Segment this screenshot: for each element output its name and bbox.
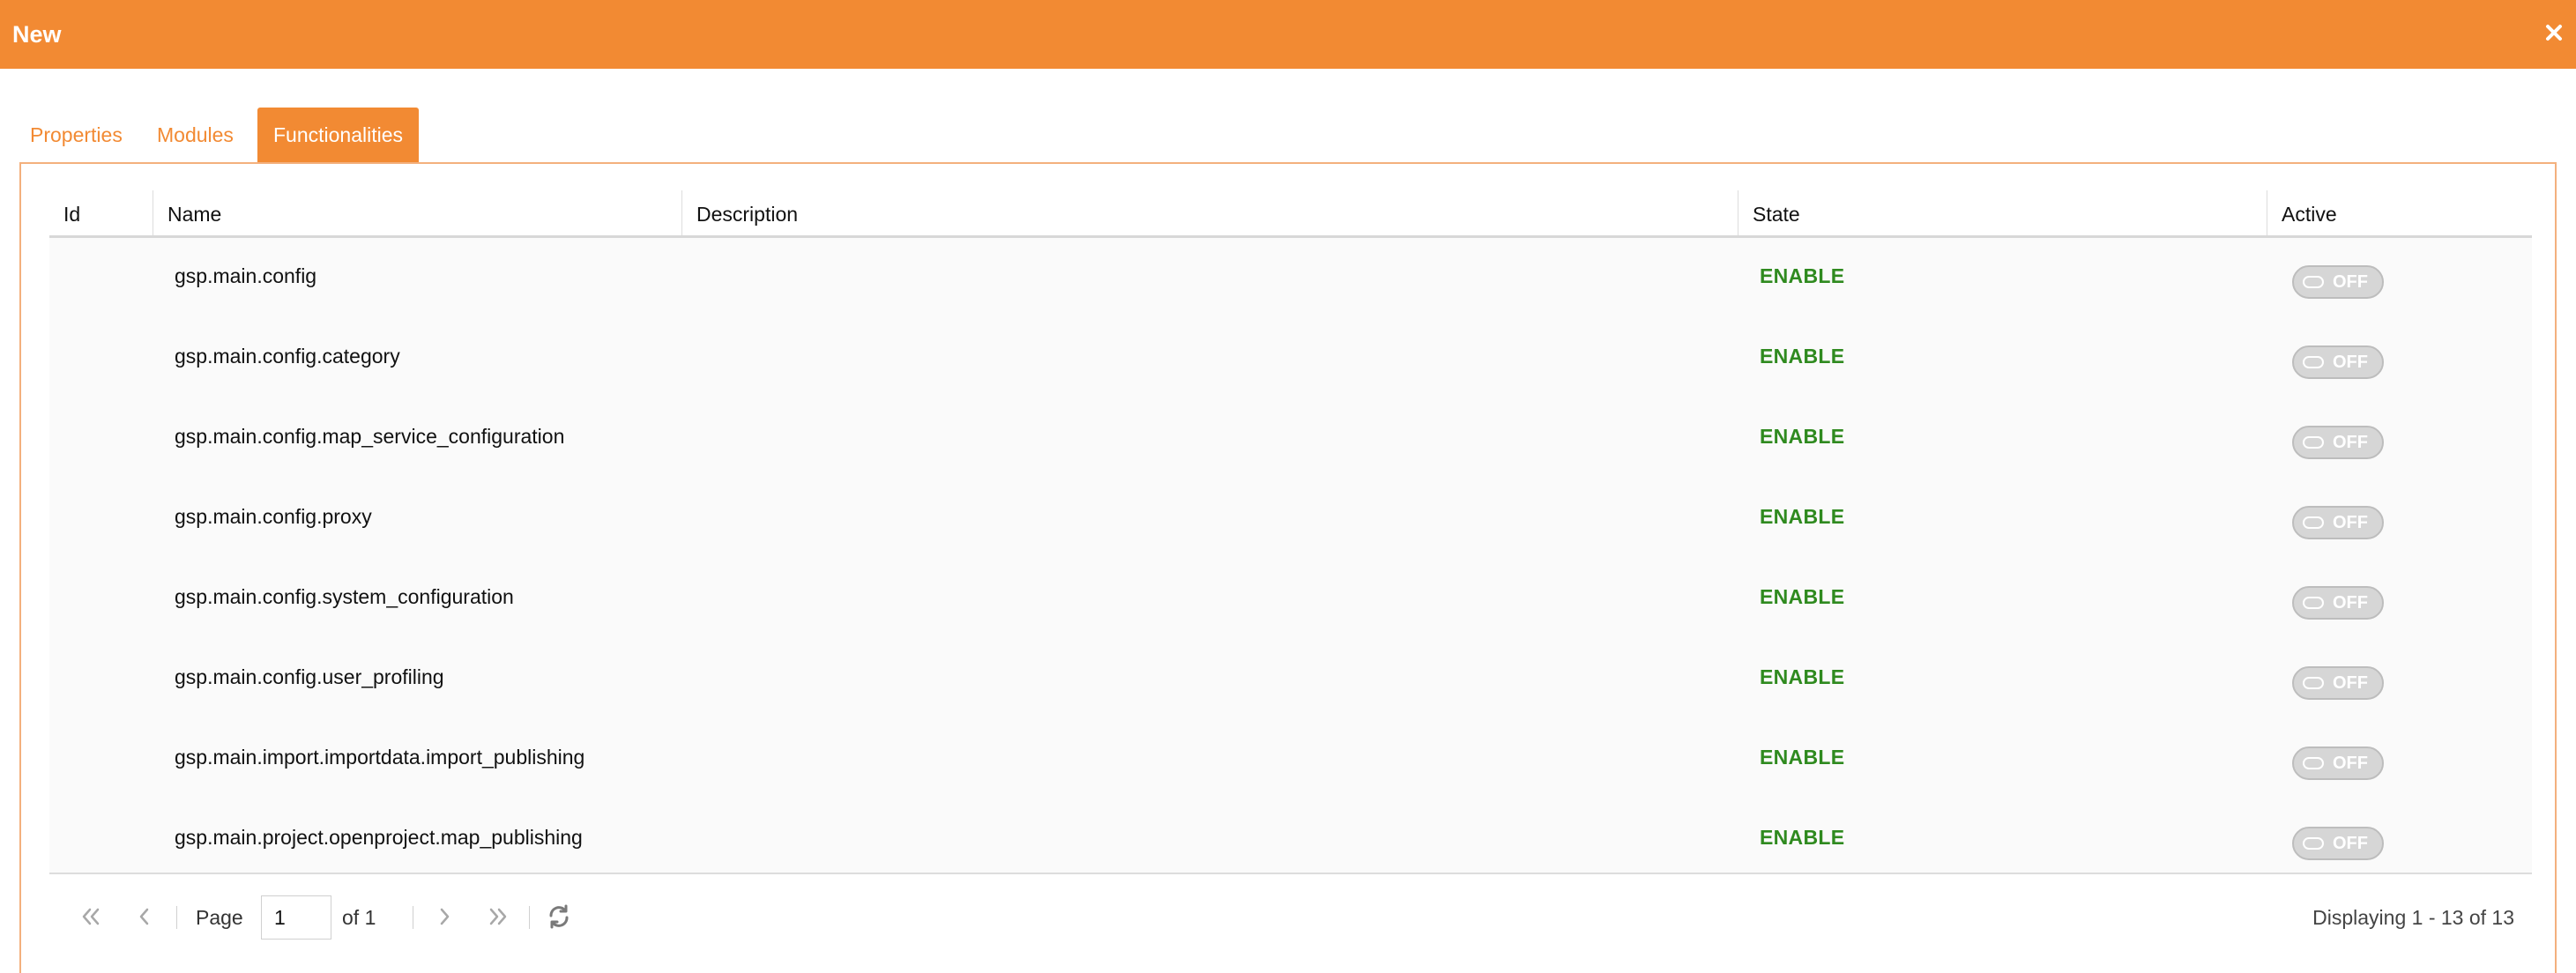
toggle-label: OFF <box>2333 513 2368 532</box>
column-header-state[interactable]: State <box>1738 190 2267 235</box>
active-toggle[interactable]: OFF <box>2292 426 2384 459</box>
column-header-active[interactable]: Active <box>2267 190 2532 235</box>
toggle-knob <box>2303 516 2324 529</box>
next-page-button[interactable] <box>428 901 460 932</box>
next-page-icon <box>440 908 450 925</box>
close-icon <box>2546 25 2562 41</box>
previous-page-button[interactable] <box>129 901 160 932</box>
cell-name: gsp.main.import.importdata.import_publis… <box>175 746 585 769</box>
cell-state: ENABLE <box>1760 826 1845 849</box>
functionalities-panel: Id Name Description State Active gsp.mai… <box>19 162 2557 973</box>
grid-header: Id Name Description State Active <box>49 190 2532 238</box>
refresh-icon <box>549 904 569 929</box>
table-row[interactable]: gsp.main.config.category ENABLE OFF <box>49 319 2532 399</box>
page-label: Page <box>196 906 243 929</box>
first-page-button[interactable] <box>76 901 108 932</box>
toggle-knob <box>2303 436 2324 449</box>
cell-name: gsp.main.project.openproject.map_publish… <box>175 826 583 849</box>
toggle-knob <box>2303 597 2324 609</box>
active-toggle[interactable]: OFF <box>2292 666 2384 700</box>
cell-state: ENABLE <box>1760 345 1845 368</box>
column-header-description[interactable]: Description <box>682 190 1738 235</box>
dialog-title: New <box>12 21 62 48</box>
paging-display-info: Displaying 1 - 13 of 13 <box>2312 906 2514 929</box>
toggle-knob <box>2303 677 2324 689</box>
dialog-titlebar: New <box>0 0 2576 69</box>
functionalities-grid: Id Name Description State Active gsp.mai… <box>49 190 2532 873</box>
tab-modules[interactable]: Modules <box>146 108 244 162</box>
page-number-input[interactable] <box>261 895 331 940</box>
cell-name: gsp.main.config.proxy <box>175 505 372 528</box>
table-row[interactable]: gsp.main.import.importdata.import_publis… <box>49 720 2532 800</box>
active-toggle[interactable]: OFF <box>2292 827 2384 860</box>
page-count-label: of 1 <box>342 906 376 929</box>
table-row[interactable]: gsp.main.project.openproject.map_publish… <box>49 800 2532 880</box>
cell-name: gsp.main.config <box>175 264 317 287</box>
toggle-knob <box>2303 757 2324 769</box>
cell-name: gsp.main.config.map_service_configuratio… <box>175 425 565 448</box>
last-page-icon <box>489 908 507 925</box>
cell-state: ENABLE <box>1760 665 1845 688</box>
table-row[interactable]: gsp.main.config.map_service_configuratio… <box>49 399 2532 479</box>
new-dialog: New Properties Modules Functionalities I… <box>0 0 2576 973</box>
tab-functionalities[interactable]: Functionalities <box>257 108 420 162</box>
cell-name: gsp.main.config.system_configuration <box>175 585 514 608</box>
table-row[interactable]: gsp.main.config.proxy ENABLE OFF <box>49 479 2532 560</box>
cell-state: ENABLE <box>1760 746 1845 769</box>
toggle-label: OFF <box>2333 272 2368 292</box>
toggle-knob <box>2303 837 2324 850</box>
active-toggle[interactable]: OFF <box>2292 506 2384 539</box>
refresh-button[interactable] <box>543 901 575 932</box>
toggle-label: OFF <box>2333 433 2368 452</box>
table-row[interactable]: gsp.main.config.system_configuration ENAB… <box>49 560 2532 640</box>
active-toggle[interactable]: OFF <box>2292 265 2384 299</box>
column-header-id[interactable]: Id <box>49 190 153 235</box>
paging-toolbar: Page of 1 <box>49 873 2532 962</box>
toggle-label: OFF <box>2333 593 2368 613</box>
tab-properties[interactable]: Properties <box>19 108 133 162</box>
first-page-icon <box>82 908 100 925</box>
toggle-label: OFF <box>2333 673 2368 693</box>
toggle-label: OFF <box>2333 754 2368 773</box>
cell-state: ENABLE <box>1760 505 1845 528</box>
cell-name: gsp.main.config.category <box>175 345 400 368</box>
cell-name: gsp.main.config.user_profiling <box>175 665 444 688</box>
column-header-name[interactable]: Name <box>153 190 682 235</box>
active-toggle[interactable]: OFF <box>2292 586 2384 620</box>
previous-page-icon <box>139 908 149 925</box>
toggle-label: OFF <box>2333 353 2368 372</box>
toggle-knob <box>2303 276 2324 288</box>
cell-state: ENABLE <box>1760 264 1845 287</box>
table-row[interactable]: gsp.main.config.user_profiling ENABLE OFF <box>49 640 2532 720</box>
active-toggle[interactable]: OFF <box>2292 345 2384 379</box>
cell-state: ENABLE <box>1760 585 1845 608</box>
table-row[interactable]: gsp.main.config ENABLE OFF <box>49 239 2532 319</box>
toggle-label: OFF <box>2333 834 2368 853</box>
close-button[interactable] <box>2537 16 2571 49</box>
cell-state: ENABLE <box>1760 425 1845 448</box>
toggle-knob <box>2303 356 2324 368</box>
last-page-button[interactable] <box>481 901 513 932</box>
pager-separator <box>176 906 177 929</box>
pager-separator <box>529 906 530 929</box>
active-toggle[interactable]: OFF <box>2292 746 2384 780</box>
